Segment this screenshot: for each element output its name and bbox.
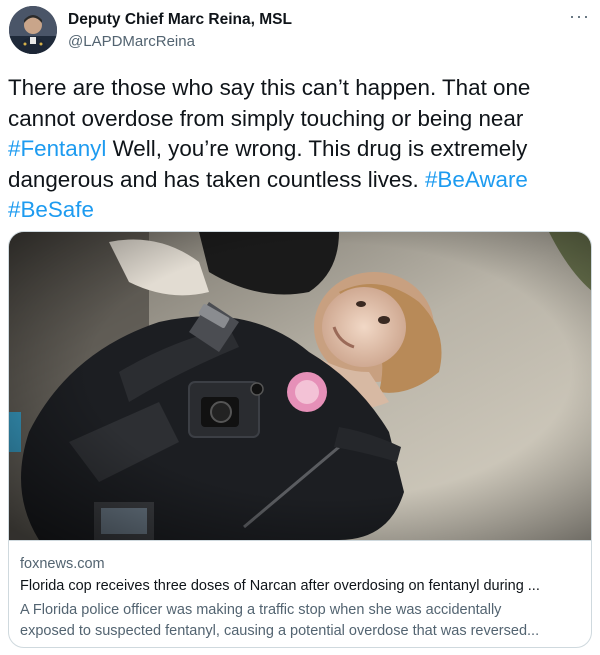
author-avatar[interactable] [9, 6, 57, 54]
hashtag-fentanyl[interactable]: #Fentanyl [8, 136, 106, 161]
bodycam-photo-icon [9, 232, 591, 540]
link-description-line1: A Florida police officer was making a tr… [20, 602, 502, 618]
tweet-text: There are those who say this can’t happe… [8, 73, 593, 226]
tweet-text-part1: There are those who say this can’t happe… [8, 75, 531, 131]
link-preview-card[interactable]: foxnews.com Florida cop receives three d… [8, 231, 592, 648]
link-description-line2: exposed to suspected fentanyl, causing a… [20, 623, 540, 639]
link-domain: foxnews.com [20, 556, 105, 572]
author-handle[interactable]: @LAPDMarcReina [68, 33, 195, 50]
profile-photo-icon [9, 6, 57, 54]
hashtag-besafe[interactable]: #BeSafe [8, 197, 94, 222]
tweet-header: Deputy Chief Marc Reina, MSL @LAPDMarcRe… [0, 0, 600, 64]
link-preview-image[interactable] [9, 232, 591, 540]
author-name[interactable]: Deputy Chief Marc Reina, MSL [68, 11, 292, 29]
more-options-icon[interactable]: ··· [569, 6, 590, 27]
link-description: A Florida police officer was making a tr… [20, 600, 580, 642]
link-preview-body[interactable]: foxnews.com Florida cop receives three d… [9, 540, 591, 647]
hashtag-beaware[interactable]: #BeAware [425, 167, 528, 192]
link-title: Florida cop receives three doses of Narc… [20, 578, 540, 594]
